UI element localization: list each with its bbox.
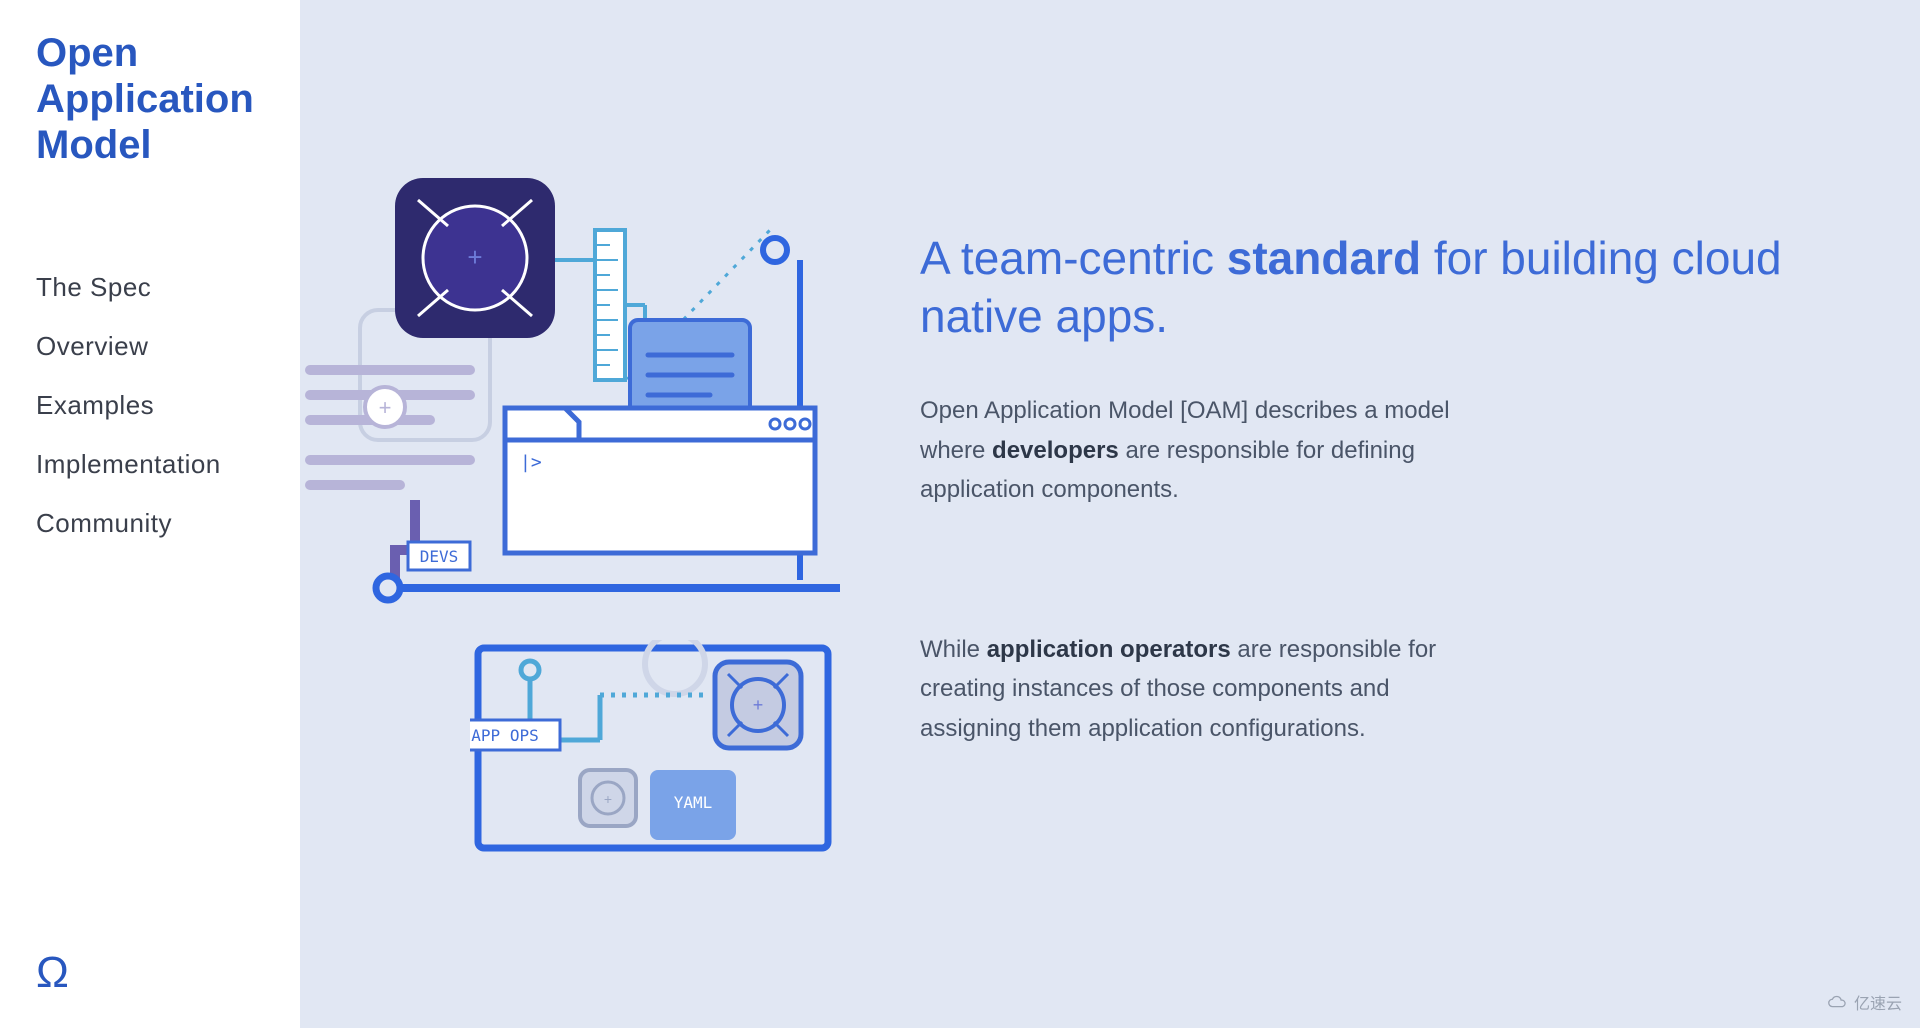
- devs-label: DEVS: [420, 547, 459, 566]
- watermark-text: 亿速云: [1854, 990, 1902, 1014]
- para1-bold: developers: [992, 437, 1119, 464]
- headline-prefix: A team-centric: [920, 232, 1227, 284]
- para-operators: While application operators are responsi…: [920, 630, 1480, 749]
- para2-bold: application operators: [987, 636, 1231, 663]
- svg-text:+: +: [467, 242, 482, 272]
- appops-illustration: APP OPS + YAML +: [470, 640, 850, 880]
- text-column: A team-centric standard for building clo…: [920, 60, 1860, 1028]
- para-developers: Open Application Model [OAM] describes a…: [920, 391, 1480, 510]
- terminal-prompt: |>: [520, 452, 542, 473]
- headline-bold: standard: [1227, 232, 1421, 284]
- omega-logo-icon: Ω: [36, 948, 264, 998]
- para2-prefix: While: [920, 636, 987, 663]
- devs-illustration: + +: [300, 170, 920, 630]
- illustration-column: + +: [300, 60, 920, 1028]
- appops-label: APP OPS: [471, 726, 538, 745]
- watermark: 亿速云: [1826, 990, 1902, 1014]
- svg-text:+: +: [379, 395, 392, 420]
- headline: A team-centric standard for building clo…: [920, 230, 1860, 345]
- nav-list: The Spec Overview Examples Implementatio…: [36, 258, 264, 553]
- main-content: + +: [300, 0, 1920, 1028]
- nav-item-community[interactable]: Community: [36, 494, 264, 553]
- nav-item-spec[interactable]: The Spec: [36, 258, 264, 317]
- nav-item-implementation[interactable]: Implementation: [36, 435, 264, 494]
- nav-item-examples[interactable]: Examples: [36, 376, 264, 435]
- svg-text:+: +: [753, 695, 764, 715]
- site-title: Open Application Model: [36, 30, 264, 168]
- yaml-label: YAML: [674, 793, 713, 812]
- sidebar: Open Application Model The Spec Overview…: [0, 0, 300, 1028]
- svg-text:+: +: [604, 791, 612, 807]
- nav-item-overview[interactable]: Overview: [36, 317, 264, 376]
- cloud-icon: [1826, 994, 1848, 1010]
